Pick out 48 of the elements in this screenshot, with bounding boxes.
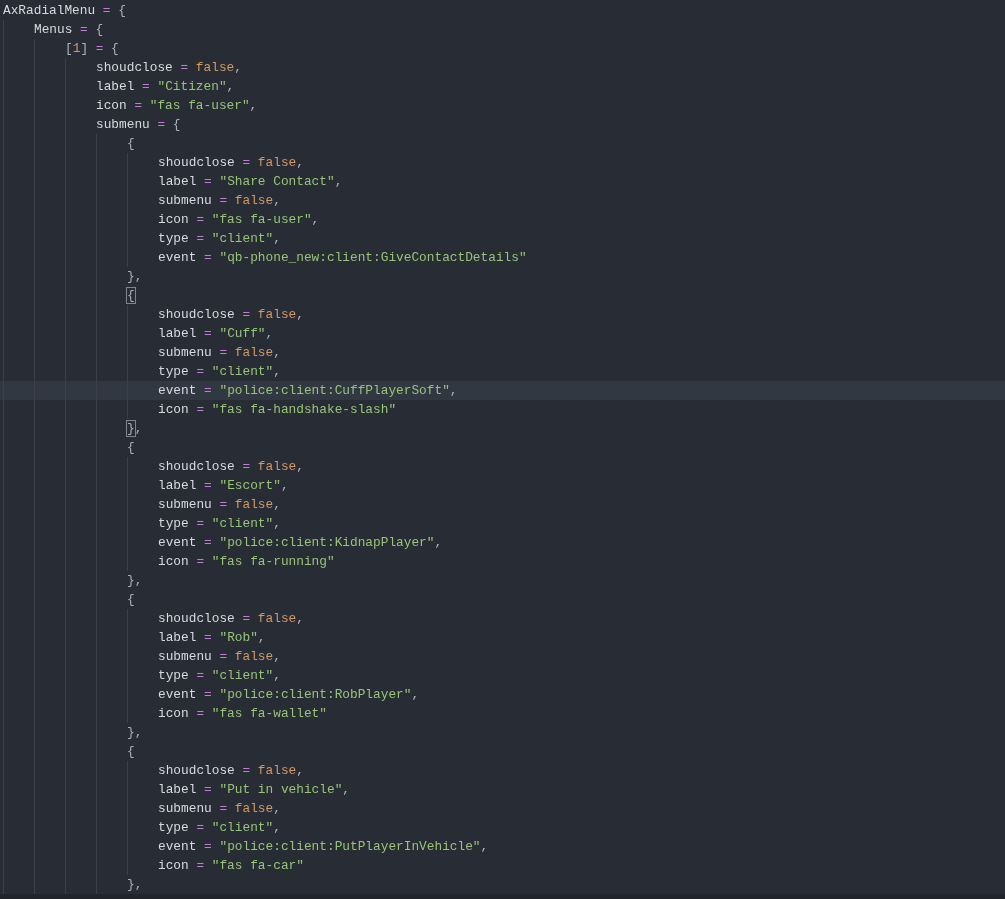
code-line: label = "Share Contact", (158, 173, 343, 191)
code-line: shoudclose = false, (158, 762, 304, 780)
code-line: { (127, 287, 135, 305)
code-line: type = "client", (158, 515, 281, 533)
code-line: type = "client", (158, 363, 281, 381)
code-line: event = "police:client:KidnapPlayer", (158, 534, 443, 552)
code-line: }, (127, 876, 143, 894)
code-line: icon = "fas fa-user", (158, 211, 320, 229)
code-line: submenu = false, (158, 800, 281, 818)
code-line: shoudclose = false, (158, 458, 304, 476)
code-line: { (127, 135, 135, 153)
code-line: type = "client", (158, 667, 281, 685)
code-line: event = "police:client:RobPlayer", (158, 686, 420, 704)
code-line: { (127, 439, 135, 457)
code-line: label = "Cuff", (158, 325, 274, 343)
code-line: label = "Rob", (158, 629, 266, 647)
code-line: icon = "fas fa-running" (158, 553, 335, 571)
code-line: icon = "fas fa-handshake-slash" (158, 401, 397, 419)
code-line: }, (127, 572, 143, 590)
code-line: Menus = { (34, 21, 104, 39)
code-line: shoudclose = false, (158, 154, 304, 172)
code-line: { (127, 743, 135, 761)
code-line: submenu = { (96, 116, 181, 134)
code-line: shoudclose = false, (96, 59, 242, 77)
code-line: label = "Citizen", (96, 78, 235, 96)
code-line: shoudclose = false, (158, 306, 304, 324)
code-line: type = "client", (158, 230, 281, 248)
code-line: { (127, 591, 135, 609)
code-line: type = "client", (158, 819, 281, 837)
code-line: event = "police:client:CuffPlayerSoft", (158, 382, 458, 400)
code-line: shoudclose = false, (158, 610, 304, 628)
code-line: event = "qb-phone_new:client:GiveContactDetails" (158, 249, 527, 267)
code-line: submenu = false, (158, 344, 281, 362)
code-line: event = "police:client:PutPlayerInVehicle", (158, 838, 489, 856)
horizontal-scrollbar[interactable] (0, 894, 1005, 899)
code-line: AxRadialMenu = { (3, 2, 126, 20)
code-line: }, (127, 420, 143, 438)
code-line: icon = "fas fa-wallet" (158, 705, 327, 723)
code-line: label = "Put in vehicle", (158, 781, 350, 799)
code-line: submenu = false, (158, 496, 281, 514)
code-line: icon = "fas fa-user", (96, 97, 258, 115)
code-line: submenu = false, (158, 648, 281, 666)
code-line: }, (127, 724, 143, 742)
code-line: }, (127, 268, 143, 286)
code-line: label = "Escort", (158, 477, 289, 495)
code-line: [1] = { (65, 40, 119, 58)
code-line: icon = "fas fa-car" (158, 857, 304, 875)
code-line: submenu = false, (158, 192, 281, 210)
